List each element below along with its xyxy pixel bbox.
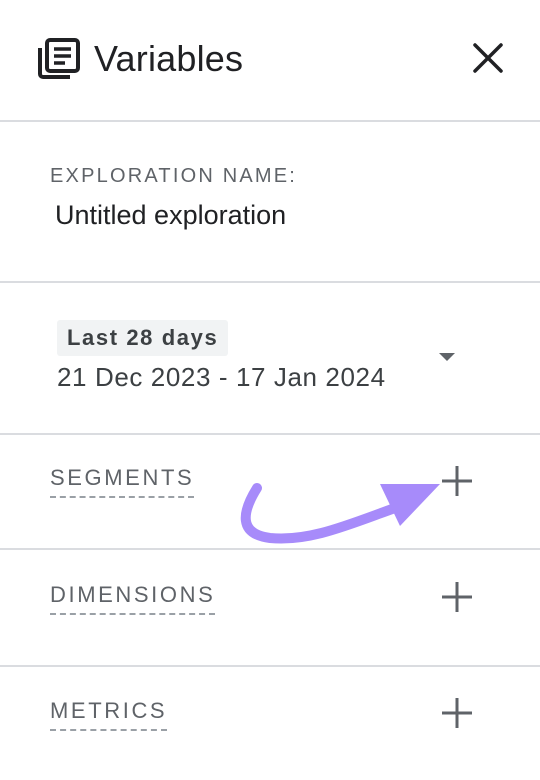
- segments-label[interactable]: SEGMENTS: [50, 464, 195, 498]
- add-metric-plus-icon[interactable]: [436, 692, 478, 734]
- exploration-name-label: EXPLORATION NAME:: [50, 165, 298, 187]
- date-preset-chip[interactable]: Last 28 days: [57, 320, 229, 356]
- divider: [0, 548, 540, 550]
- date-range-text[interactable]: 21 Dec 2023 - 17 Jan 2024: [57, 360, 386, 394]
- divider: [0, 281, 540, 283]
- add-segment-plus-icon[interactable]: [436, 460, 478, 502]
- divider: [0, 433, 540, 435]
- exploration-name-field[interactable]: Untitled exploration: [55, 198, 286, 232]
- panel-header: Variables: [0, 0, 540, 120]
- divider: [0, 120, 540, 122]
- metrics-label[interactable]: METRICS: [50, 697, 168, 731]
- dropdown-arrow-icon[interactable]: [432, 344, 462, 368]
- close-icon[interactable]: [466, 36, 510, 80]
- dimensions-label[interactable]: DIMENSIONS: [50, 581, 216, 615]
- variables-list-icon: [38, 38, 80, 79]
- add-dimension-plus-icon[interactable]: [436, 576, 478, 618]
- divider: [0, 665, 540, 667]
- panel-title: Variables: [94, 38, 244, 79]
